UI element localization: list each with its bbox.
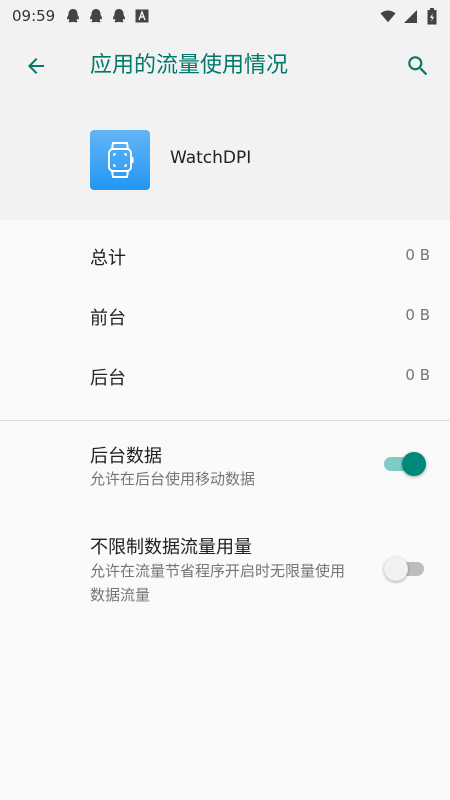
background-data-switch[interactable] bbox=[384, 450, 426, 478]
setting-summary: 允许在后台使用移动数据 bbox=[90, 470, 256, 488]
battery-icon bbox=[424, 7, 440, 24]
notification-icons bbox=[65, 8, 150, 24]
unrestricted-data-setting[interactable]: 不限制数据流量用量 允许在流量节省程序开启时无限量使用数据流量 bbox=[0, 522, 450, 612]
usage-label: 前台 bbox=[90, 308, 126, 329]
toolbar: 应用的流量使用情况 bbox=[0, 32, 450, 100]
usage-row-total: 总计 0 B bbox=[0, 226, 450, 286]
system-status-icons bbox=[380, 7, 440, 24]
qq-icon bbox=[65, 8, 81, 24]
switch-thumb bbox=[402, 452, 426, 476]
app-name: WatchDPI bbox=[170, 148, 252, 168]
background-data-setting[interactable]: 后台数据 允许在后台使用移动数据 bbox=[0, 430, 450, 498]
back-button[interactable] bbox=[14, 46, 58, 86]
a-notification-icon bbox=[134, 8, 150, 24]
setting-title: 后台数据 bbox=[90, 446, 162, 467]
page-title: 应用的流量使用情况 bbox=[90, 53, 289, 78]
search-icon bbox=[408, 56, 428, 76]
qq-icon bbox=[88, 8, 104, 24]
signal-icon bbox=[402, 8, 418, 24]
usage-value: 0 B bbox=[405, 366, 430, 384]
app-info-row: WatchDPI bbox=[0, 130, 450, 190]
usage-label: 后台 bbox=[90, 368, 126, 389]
qq-icon bbox=[111, 8, 127, 24]
wifi-icon bbox=[380, 8, 396, 24]
setting-summary: 允许在流量节省程序开启时无限量使用数据流量 bbox=[90, 562, 346, 604]
search-button[interactable] bbox=[398, 46, 438, 86]
divider bbox=[0, 420, 450, 421]
watch-icon bbox=[108, 142, 134, 178]
switch-thumb bbox=[384, 557, 408, 581]
usage-value: 0 B bbox=[405, 246, 430, 264]
usage-row-foreground: 前台 0 B bbox=[0, 286, 450, 346]
app-icon bbox=[90, 130, 150, 190]
status-bar: 09:59 bbox=[0, 0, 450, 32]
usage-value: 0 B bbox=[405, 306, 430, 324]
unrestricted-data-switch[interactable] bbox=[384, 555, 426, 583]
header-area: 应用的流量使用情况 WatchDPI bbox=[0, 32, 450, 220]
usage-row-background: 后台 0 B bbox=[0, 346, 450, 406]
setting-title: 不限制数据流量用量 bbox=[90, 537, 252, 558]
status-time: 09:59 bbox=[12, 7, 56, 25]
arrow-back-icon bbox=[28, 58, 44, 74]
usage-label: 总计 bbox=[90, 248, 126, 269]
